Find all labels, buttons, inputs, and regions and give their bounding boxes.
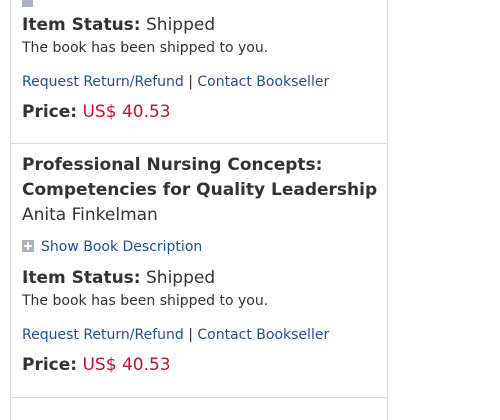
item-status-label: Item Status: [22, 15, 141, 35]
contact-bookseller-link[interactable]: Contact Bookseller [197, 327, 329, 343]
expand-icon [22, 0, 33, 7]
book-title-line-2: Competencies for Quality Leadership [22, 180, 378, 200]
link-separator: | [188, 74, 193, 90]
item-status-description: The book has been shipped to you. [22, 40, 269, 56]
book-title-line-1: Professional Nursing Concepts: [22, 155, 323, 175]
item-status: Item Status: Shipped [22, 14, 382, 36]
price: Price: US$ 40.53 [22, 354, 382, 376]
price-label: Price: [22, 102, 78, 122]
order-divider [11, 397, 387, 398]
book-title[interactable]: Professional Nursing Concepts: Competenc… [22, 153, 382, 203]
show-book-description-label: Show Book Description [41, 239, 203, 255]
price-label: Price: [22, 355, 78, 375]
order-item-1: Item Status: Shipped The book has been s… [22, 14, 382, 123]
order-actions: Request Return/Refund | Contact Booksell… [22, 72, 382, 92]
order-item-2: Professional Nursing Concepts: Competenc… [22, 153, 382, 376]
price-value: US$ 40.53 [82, 102, 171, 122]
order-divider [11, 143, 387, 144]
item-status-description: The book has been shipped to you. [22, 293, 269, 309]
item-status-value: Shipped [146, 15, 216, 35]
price-value: US$ 40.53 [82, 355, 171, 375]
item-status: Item Status: Shipped [22, 267, 382, 289]
show-book-description-toggle[interactable]: Show Book Description [22, 237, 382, 257]
item-status-label: Item Status: [22, 268, 141, 288]
request-return-link[interactable]: Request Return/Refund [22, 327, 184, 343]
show-description-stub[interactable] [22, 0, 39, 10]
contact-bookseller-link[interactable]: Contact Bookseller [197, 74, 329, 90]
plus-icon [22, 240, 34, 252]
request-return-link[interactable]: Request Return/Refund [22, 74, 184, 90]
item-status-value: Shipped [146, 268, 216, 288]
price: Price: US$ 40.53 [22, 101, 382, 123]
link-separator: | [188, 327, 193, 343]
order-actions: Request Return/Refund | Contact Booksell… [22, 325, 382, 345]
book-author: Anita Finkelman [22, 205, 158, 225]
